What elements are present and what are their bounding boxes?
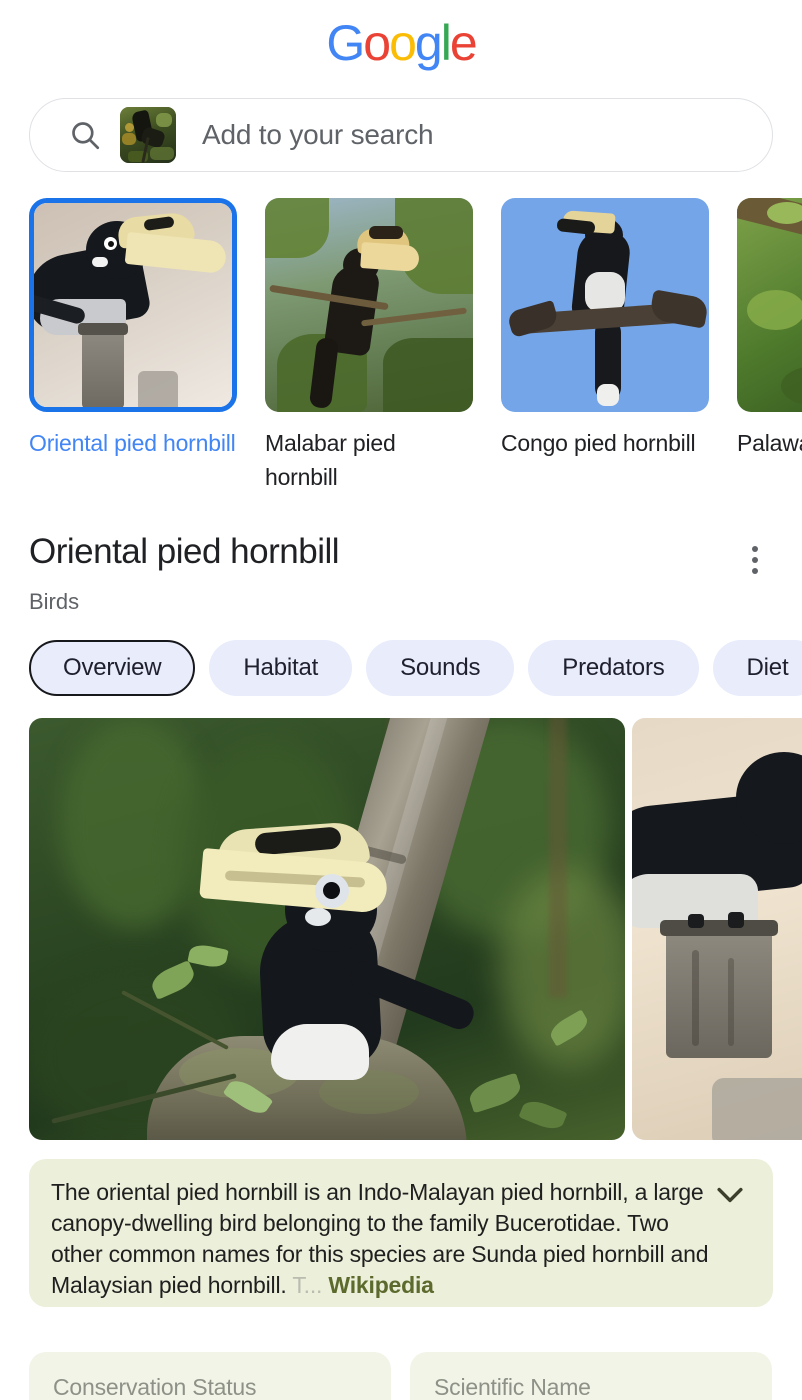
carousel-thumbnail[interactable] (737, 198, 802, 412)
kebab-dot (752, 568, 758, 574)
carousel-thumbnail[interactable] (501, 198, 709, 412)
hero-image-secondary[interactable] (632, 718, 802, 1140)
kebab-dot (752, 546, 758, 552)
description-card[interactable]: The oriental pied hornbill is an Indo-Ma… (29, 1159, 773, 1307)
carousel-thumbnail[interactable] (265, 198, 473, 412)
tab-diet[interactable]: Diet (712, 640, 802, 696)
description-source-link[interactable]: Wikipedia (328, 1272, 434, 1298)
tab-predators[interactable]: Predators (528, 640, 699, 696)
tab-habitat[interactable]: Habitat (209, 640, 353, 696)
kebab-dot (752, 557, 758, 563)
hero-image-primary[interactable] (29, 718, 625, 1140)
entity-category: Birds (29, 589, 80, 614)
logo-letter-e: e (449, 15, 478, 71)
carousel-item-label: Malabar pied hornbill (265, 430, 396, 490)
search-icon[interactable] (68, 118, 102, 152)
carousel-item-label: Palawan hornbill (737, 430, 802, 456)
carousel-item-congo-pied-hornbill[interactable]: Congo pied hornbill (501, 198, 709, 498)
page-title: Oriental pied hornbill (29, 532, 340, 571)
carousel-item-malabar-pied-hornbill[interactable]: Malabar pied hornbill (265, 198, 473, 498)
logo-letter-o1: o (363, 15, 391, 71)
tab-sounds[interactable]: Sounds (366, 640, 515, 696)
fact-card-label: Conservation Status (53, 1374, 257, 1400)
fact-card-conservation-status[interactable]: Conservation Status (29, 1352, 391, 1400)
fact-card-scientific-name[interactable]: Scientific Name (410, 1352, 772, 1400)
logo-letter-o2: o (389, 15, 417, 71)
search-input-placeholder[interactable]: Add to your search (202, 119, 434, 151)
carousel-thumbnail[interactable] (29, 198, 237, 412)
description-text: The oriental pied hornbill is an Indo-Ma… (51, 1177, 711, 1301)
carousel-item-label: Oriental pied hornbill (29, 430, 236, 456)
carousel-item-label: Congo pied hornbill (501, 430, 696, 456)
more-vertical-icon[interactable] (738, 546, 772, 580)
chevron-down-icon[interactable] (717, 1187, 743, 1203)
carousel-item-palawan-hornbill[interactable]: Palawan hornbill (737, 198, 802, 498)
related-entities-carousel[interactable]: Oriental pied hornbill Malabar pied horn… (0, 198, 802, 498)
tab-overview[interactable]: Overview (29, 640, 196, 696)
image-gallery[interactable] (29, 718, 802, 1140)
google-logo[interactable]: Google (0, 0, 802, 74)
image-chip-thumbnail[interactable] (120, 107, 176, 163)
logo-letter-l: l (440, 15, 452, 71)
google-logo-text: Google (326, 15, 478, 71)
logo-letter-g2: g (414, 15, 443, 71)
description-truncation: T... (292, 1272, 323, 1298)
logo-letter-g1: G (326, 15, 365, 71)
carousel-item-oriental-pied-hornbill[interactable]: Oriental pied hornbill (29, 198, 237, 498)
fact-cards[interactable]: Conservation Status Scientific Name (29, 1352, 802, 1400)
fact-card-label: Scientific Name (434, 1374, 591, 1400)
entity-tabs[interactable]: Overview Habitat Sounds Predators Diet (29, 640, 802, 696)
search-bar[interactable]: Add to your search (29, 98, 773, 172)
